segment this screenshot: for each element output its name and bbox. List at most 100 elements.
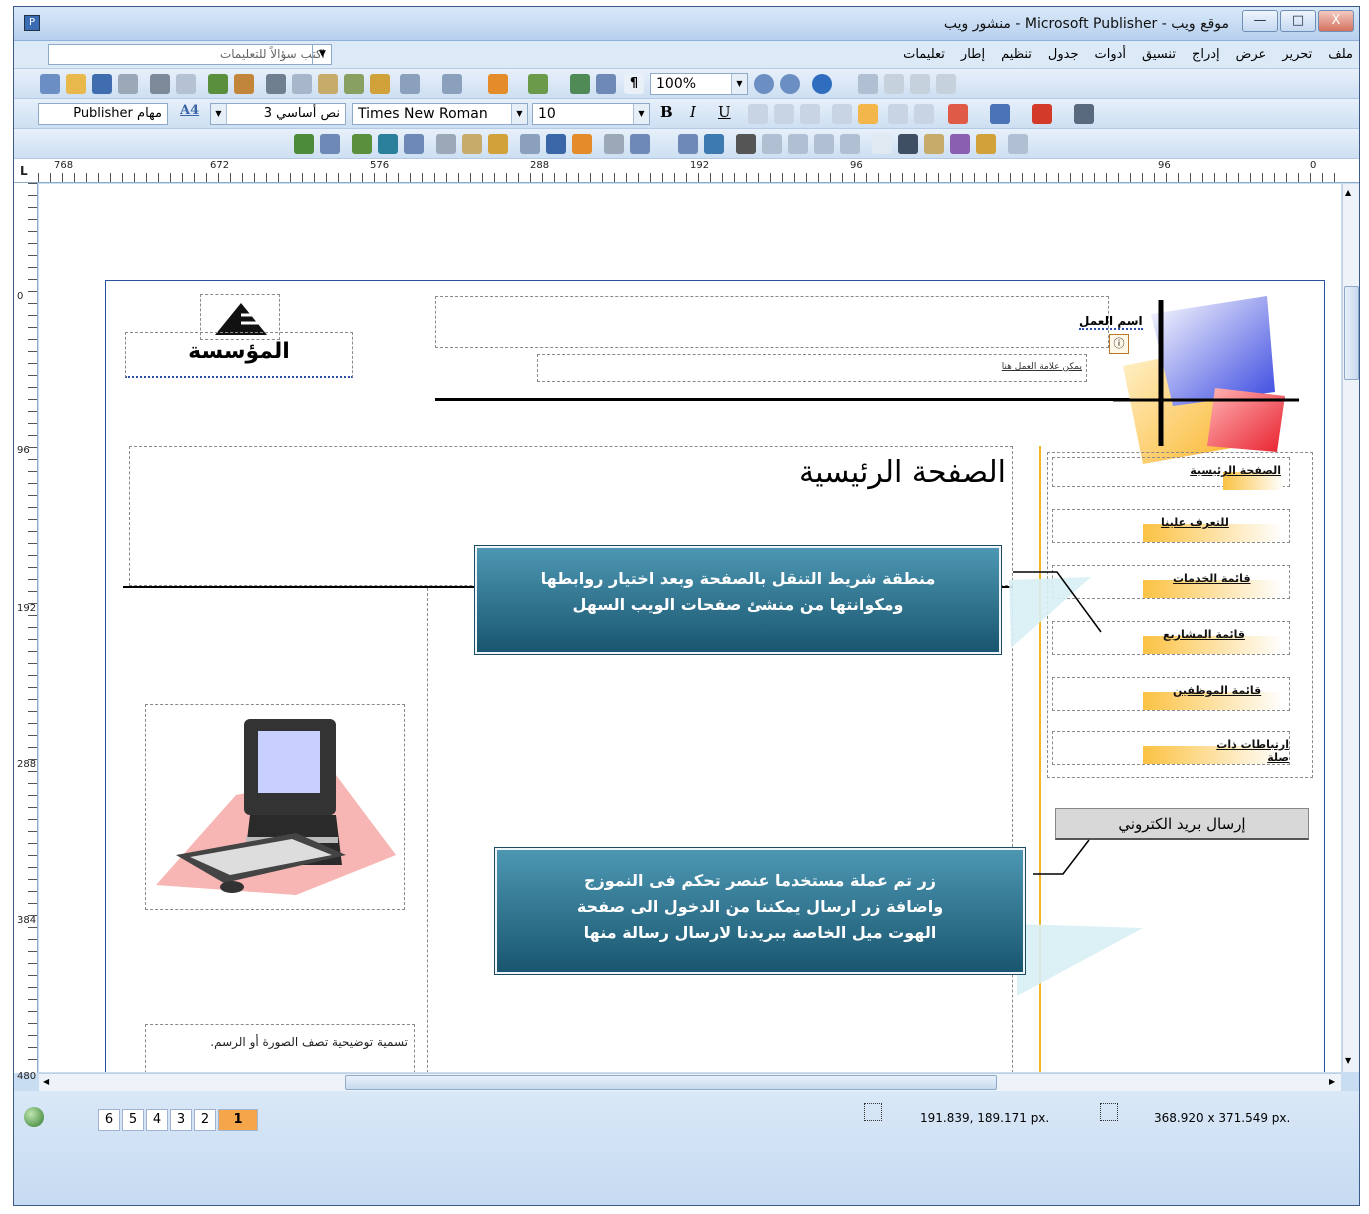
web-page-icon[interactable]	[910, 74, 930, 94]
web-tool-5-icon[interactable]	[404, 134, 424, 154]
web-tool-9-icon[interactable]	[520, 134, 540, 154]
web-tool-15-icon[interactable]	[704, 134, 724, 154]
page-tab[interactable]: 2	[194, 1109, 216, 1131]
vertical-ruler[interactable]: 0 96 192 288 384 480	[14, 183, 38, 1082]
tagline-box[interactable]: يمكن علامة العمل هنا	[537, 354, 1087, 382]
web-tool-14-icon[interactable]	[678, 134, 698, 154]
web-component-icon[interactable]	[884, 74, 904, 94]
web-tool-3-icon[interactable]	[352, 134, 372, 154]
scroll-right-icon[interactable]: ▶	[1329, 1077, 1335, 1086]
web-tool-6-icon[interactable]	[436, 134, 456, 154]
align-center-icon[interactable]	[774, 104, 794, 124]
web-tool-1-icon[interactable]	[294, 134, 314, 154]
zoom-out-icon[interactable]	[754, 74, 774, 94]
ask-dropdown-icon[interactable]: ▼	[312, 44, 332, 65]
navigation-bar-frame[interactable]: الصفحة الرئيسية للتعرف علينا قائمة الخدم…	[1047, 452, 1313, 778]
bullets-icon[interactable]	[914, 104, 934, 124]
menu-format[interactable]: تنسيق	[1142, 47, 1176, 62]
business-name-box[interactable]	[435, 296, 1109, 348]
redo-icon[interactable]	[442, 74, 462, 94]
scroll-up-icon[interactable]: ▲	[1345, 188, 1351, 197]
maximize-button[interactable]: □	[1280, 10, 1316, 32]
zoom-select[interactable]: 100% ▼	[650, 73, 748, 95]
line-style-icon[interactable]	[1074, 104, 1094, 124]
copy-icon[interactable]	[292, 74, 312, 94]
web-tool-21-icon[interactable]	[872, 134, 892, 154]
cut-icon[interactable]	[266, 74, 286, 94]
research-icon[interactable]	[234, 74, 254, 94]
mail-icon[interactable]	[118, 74, 138, 94]
rtl-icon[interactable]	[858, 104, 878, 124]
web-options-icon[interactable]	[936, 74, 956, 94]
menu-view[interactable]: عرض	[1236, 47, 1267, 62]
organization-name-box[interactable]: المؤسسة	[125, 332, 353, 378]
web-tool-22-icon[interactable]	[898, 134, 918, 154]
align-left-icon[interactable]	[748, 104, 768, 124]
horizontal-ruler[interactable]: L 768 672 576 288 192 96 96 0	[14, 159, 1359, 183]
web-tool-25-icon[interactable]	[976, 134, 996, 154]
menu-file[interactable]: ملف	[1328, 47, 1353, 62]
nav-item[interactable]: قائمة الخدمات	[1052, 565, 1290, 599]
web-tool-10-icon[interactable]	[546, 134, 566, 154]
horizontal-scroll-thumb[interactable]	[345, 1075, 997, 1090]
web-tool-2-icon[interactable]	[320, 134, 340, 154]
menu-tools[interactable]: أدوات	[1095, 47, 1127, 62]
menu-table[interactable]: جدول	[1048, 47, 1079, 62]
new-icon[interactable]	[40, 74, 60, 94]
document-canvas[interactable]: المؤسسة اسم العمل ⓘ يمكن علامة العمل هنا…	[39, 184, 1341, 1072]
page-tab[interactable]: 3	[170, 1109, 192, 1131]
web-tool-18-icon[interactable]	[788, 134, 808, 154]
page-tab[interactable]: 5	[122, 1109, 144, 1131]
scroll-left-icon[interactable]: ◀	[43, 1077, 49, 1086]
nav-item[interactable]: قائمة الموظفين	[1052, 677, 1290, 711]
scroll-down-icon[interactable]: ▼	[1345, 1056, 1351, 1065]
web-tool-12-icon[interactable]	[604, 134, 624, 154]
web-tool-19-icon[interactable]	[814, 134, 834, 154]
menu-edit[interactable]: تحرير	[1282, 47, 1312, 62]
bring-forward-icon[interactable]	[488, 74, 508, 94]
ask-question-input[interactable]: اكتب سؤالاً للتعليمات	[48, 44, 332, 65]
rotate-icon[interactable]	[528, 74, 548, 94]
nav-item[interactable]: قائمة المشاريع	[1052, 621, 1290, 655]
font-size-select[interactable]: 10 ▼	[532, 103, 650, 125]
app-icon[interactable]: P	[24, 15, 40, 31]
close-button[interactable]: X	[1318, 10, 1354, 32]
print-preview-icon[interactable]	[176, 74, 196, 94]
web-preview-icon[interactable]	[596, 74, 616, 94]
web-tool-13-icon[interactable]	[630, 134, 650, 154]
web-tool-7-icon[interactable]	[462, 134, 482, 154]
bold-button[interactable]: B	[660, 103, 673, 121]
caption-box[interactable]: تسمية توضيحية تصف الصورة أو الرسم.	[145, 1024, 415, 1072]
globe-icon[interactable]	[24, 1107, 44, 1127]
picture-frame[interactable]	[145, 704, 405, 910]
paste-icon[interactable]	[318, 74, 338, 94]
italic-button[interactable]: I	[690, 103, 696, 121]
menu-arrange[interactable]: تنظيم	[1001, 47, 1032, 62]
font-select[interactable]: Times New Roman ▼	[352, 103, 528, 125]
open-icon[interactable]	[66, 74, 86, 94]
format-painter-icon[interactable]	[370, 74, 390, 94]
vertical-scroll-thumb[interactable]	[1344, 286, 1359, 380]
nav-item[interactable]: للتعرف علينا	[1052, 509, 1290, 543]
web-tool-11-icon[interactable]	[572, 134, 592, 154]
web-tool-4-icon[interactable]	[378, 134, 398, 154]
page-tab-active[interactable]: 1	[218, 1109, 258, 1131]
web-tool-24-icon[interactable]	[950, 134, 970, 154]
nav-item[interactable]: ارتباطات ذات صلة	[1052, 731, 1290, 765]
line-spacing-icon[interactable]	[800, 104, 820, 124]
undo-icon[interactable]	[400, 74, 420, 94]
zoom-in-icon[interactable]	[780, 74, 800, 94]
web-tool-16-icon[interactable]	[736, 134, 756, 154]
web-tool-26-icon[interactable]	[1008, 134, 1028, 154]
underline-button[interactable]: U	[718, 103, 731, 121]
numbering-icon[interactable]	[888, 104, 908, 124]
fill-color-icon[interactable]	[948, 104, 968, 124]
vertical-scrollbar[interactable]: ▲ ▼	[1342, 184, 1359, 1072]
minimize-button[interactable]: —	[1242, 10, 1278, 32]
page-tab[interactable]: 6	[98, 1109, 120, 1131]
send-email-button[interactable]: إرسال بريد الكتروني	[1055, 808, 1309, 840]
nav-item[interactable]: الصفحة الرئيسية	[1052, 457, 1290, 490]
font-color-icon[interactable]	[1032, 104, 1052, 124]
save-icon[interactable]	[92, 74, 112, 94]
body-text-frame[interactable]	[427, 588, 1013, 1072]
